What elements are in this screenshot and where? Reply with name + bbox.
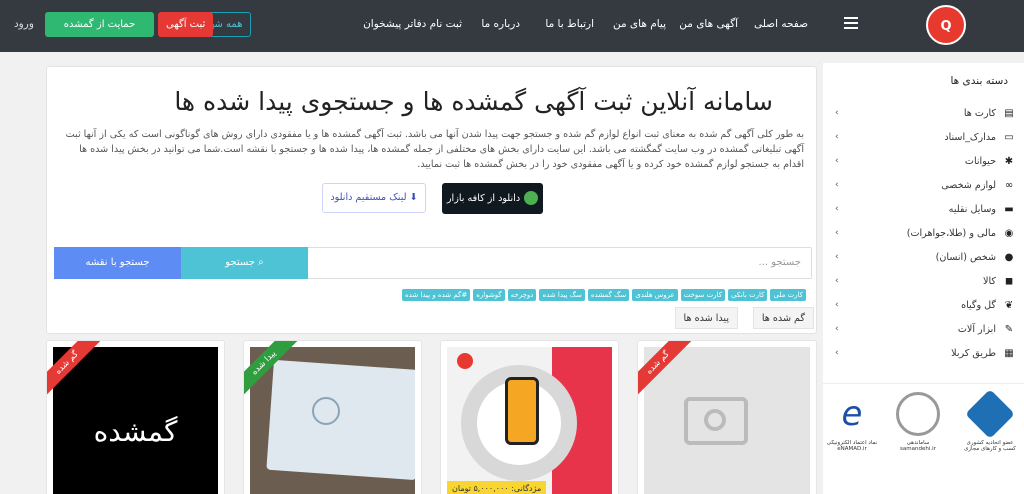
- sidebar-item-cards[interactable]: ▤ کارت ها ‹: [823, 103, 1024, 127]
- wrench-icon: ✎: [1004, 324, 1014, 335]
- sidebar-item-person[interactable]: ● شخص (انسان) ‹: [823, 247, 1024, 271]
- tab-found[interactable]: پیدا شده ها: [674, 307, 738, 329]
- card-image: گمشده: [53, 347, 218, 494]
- sidebar-item-plants[interactable]: ❦ گل وگیاه ‹: [823, 295, 1024, 319]
- hero-title: سامانه آنلاین ثبت آگهی گمشده ها و جستجوی…: [174, 87, 773, 116]
- nav-home[interactable]: صفحه اصلی: [754, 18, 808, 30]
- ad-card[interactable]: پیدا شده: [243, 340, 422, 494]
- tag[interactable]: عروس هلندی: [632, 289, 678, 301]
- sidebar-item-documents[interactable]: ▭ مدارک_اسناد ‹: [823, 127, 1024, 151]
- post-ad-button[interactable]: ثبت آگهی: [158, 12, 214, 37]
- camera-lens-shape: [704, 409, 726, 431]
- sidebar-item-goods[interactable]: ◼ کالا ‹: [823, 271, 1024, 295]
- document-icon: ▭: [1004, 132, 1014, 143]
- ad-card[interactable]: گمشده گم شده: [46, 340, 225, 494]
- sidebar-title: دسته بندی ها: [950, 75, 1008, 87]
- tag[interactable]: گوشواره: [473, 289, 505, 301]
- search-icon: ⌕: [258, 257, 264, 268]
- watermark-logo: [457, 353, 473, 369]
- bazaar-icon: [524, 191, 539, 205]
- sidebar-item-tools[interactable]: ✎ ابزار آلات ‹: [823, 319, 1024, 343]
- hero-text: به طور کلی آگهی گم شده به معنای ثبت انوا…: [65, 129, 804, 170]
- chevron-left-icon: ‹: [835, 204, 839, 214]
- sidebar-item-animals[interactable]: ✱ حیوانات ‹: [823, 151, 1024, 175]
- glasses-icon: ∞: [1004, 180, 1014, 191]
- tag[interactable]: دوچرخه: [507, 289, 537, 301]
- id-card-icon: ▤: [1004, 108, 1014, 119]
- coins-icon: ◉: [1004, 228, 1014, 239]
- chevron-left-icon: ‹: [835, 276, 839, 286]
- tag[interactable]: کارت ملی: [770, 289, 806, 301]
- nav-register-offices[interactable]: ثبت نام دفاتر پیشخوان: [363, 18, 462, 30]
- download-direct-button[interactable]: ⬇ لینک مستقیم دانلود: [322, 183, 426, 213]
- ad-card[interactable]: گم شده: [637, 340, 817, 494]
- chevron-left-icon: ‹: [835, 132, 839, 142]
- nav-my-ads[interactable]: آگهی های من: [679, 18, 738, 30]
- tag[interactable]: کارت بانکی: [728, 289, 768, 301]
- enamad-badge[interactable]: e نماد اعتماد الکترونیکی eNAMAD.ir: [823, 388, 881, 488]
- enamad-logo: e: [841, 394, 863, 434]
- chevron-left-icon: ‹: [835, 108, 839, 118]
- id-card-photo: [266, 359, 415, 481]
- sidebar-item-karbala[interactable]: ▦ طریق کربلا ‹: [823, 343, 1024, 367]
- paw-icon: ✱: [1004, 156, 1014, 167]
- chevron-left-icon: ‹: [835, 324, 839, 334]
- trust-badges: e نماد اعتماد الکترونیکی eNAMAD.ir سامان…: [823, 383, 1024, 494]
- tag[interactable]: کارت سوخت: [680, 289, 726, 301]
- tag-list: کارت ملی کارت بانکی کارت سوخت عروس هلندی…: [401, 289, 806, 301]
- leaf-icon: ❦: [1004, 300, 1014, 311]
- search-button[interactable]: ⌕ جستجو: [181, 247, 308, 279]
- card-image: [644, 347, 810, 494]
- samandehi-badge[interactable]: ساماندهی samandehi.ir: [889, 388, 947, 488]
- download-bazaar-button[interactable]: دانلود از کافه بازار: [442, 183, 543, 214]
- main-panel: سامانه آنلاین ثبت آگهی گمشده ها و جستجوی…: [46, 66, 817, 334]
- search-input[interactable]: جستجو ...: [307, 247, 812, 279]
- navbar: Q صفحه اصلی آگهی های من پیام های من ارتب…: [0, 0, 1024, 52]
- chevron-left-icon: ‹: [835, 156, 839, 166]
- union-badge[interactable]: عضو اتحادیه کشوری کسب و کارهای مجازی: [961, 388, 1019, 488]
- nav-about[interactable]: درباره ما: [481, 18, 520, 30]
- sidebar-item-financial[interactable]: ◉ مالی و (طلا،جواهرات) ‹: [823, 223, 1024, 247]
- site-logo[interactable]: Q: [926, 5, 966, 45]
- card-image: [250, 347, 415, 494]
- support-button[interactable]: حمایت از گمشده: [45, 12, 154, 37]
- nav-contact[interactable]: ارتباط با ما: [545, 18, 594, 30]
- car-icon: ▬: [1004, 204, 1014, 215]
- person-icon: ●: [1004, 252, 1014, 263]
- emblem-shape: [312, 397, 340, 425]
- sidebar-item-vehicles[interactable]: ▬ وسایل نقلیه ‹: [823, 199, 1024, 223]
- nav-my-messages[interactable]: پیام های من: [613, 18, 666, 30]
- tag[interactable]: سگ گمشده: [587, 289, 630, 301]
- chevron-left-icon: ‹: [835, 228, 839, 238]
- chevron-left-icon: ‹: [835, 252, 839, 262]
- category-sidebar: دسته بندی ها ▤ کارت ها ‹ ▭ مدارک_اسناد ‹…: [823, 63, 1024, 383]
- login-link[interactable]: ورود: [14, 18, 34, 30]
- map-search-button[interactable]: جستجو با نقشه: [54, 247, 181, 279]
- reward-badge: مژدگانی: ۵,۰۰۰,۰۰۰ تومان: [447, 481, 547, 494]
- phone-image: [505, 377, 539, 445]
- chevron-left-icon: ‹: [835, 180, 839, 190]
- union-logo: [965, 389, 1015, 439]
- box-icon: ◼: [1004, 276, 1014, 287]
- menu-icon[interactable]: [844, 17, 858, 29]
- chevron-left-icon: ‹: [835, 300, 839, 310]
- tag[interactable]: سگ پیدا شده: [539, 289, 585, 301]
- tab-lost[interactable]: گم شده ها: [752, 307, 814, 329]
- chevron-left-icon: ‹: [835, 348, 839, 358]
- card-image: [447, 347, 612, 494]
- tag[interactable]: #گم شده و پیدا شده: [401, 289, 471, 301]
- map-icon: ▦: [1004, 348, 1014, 359]
- samandehi-logo: [896, 392, 940, 436]
- sidebar-item-personal[interactable]: ∞ لوازم شخصی ‹: [823, 175, 1024, 199]
- ad-card[interactable]: مژدگانی: ۵,۰۰۰,۰۰۰ تومان: [440, 340, 619, 494]
